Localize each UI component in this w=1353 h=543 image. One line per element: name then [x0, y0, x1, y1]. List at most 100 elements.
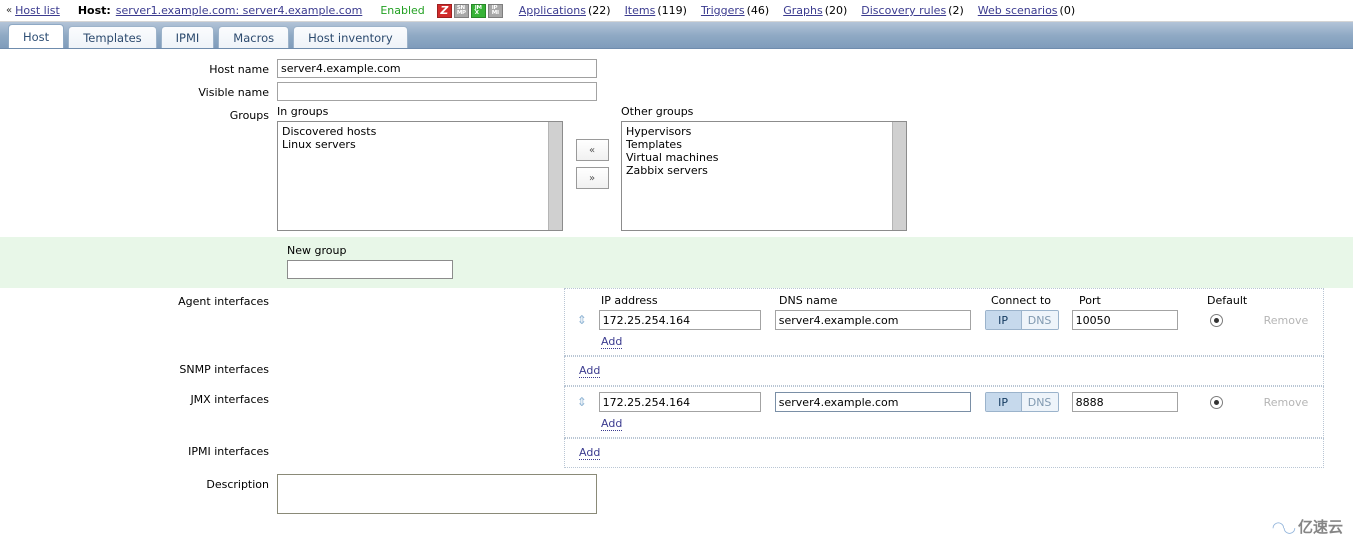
jmx-port-input[interactable] — [1071, 392, 1178, 412]
other-groups-scrollbar[interactable] — [892, 122, 906, 230]
host-list-link[interactable]: Host list — [15, 4, 60, 17]
web-scenarios-link[interactable]: Web scenarios — [978, 4, 1058, 17]
groups-row: Groups In groups Discovered hosts Linux … — [0, 105, 1353, 231]
visible-name-field-wrap — [277, 82, 1353, 101]
description-field-wrap — [277, 474, 1353, 517]
ipmi-add-link[interactable]: Add — [579, 446, 601, 460]
host-configuration-form: Host name Visible name Groups In groups … — [0, 49, 1353, 517]
host-name-row: Host name — [0, 59, 1353, 78]
list-item[interactable]: Templates — [626, 138, 902, 151]
ipmi-interfaces-box: Add — [564, 438, 1324, 468]
items-link-group: Items (119) — [625, 4, 687, 17]
tab-host-inventory[interactable]: Host inventory — [293, 26, 408, 48]
agent-interfaces-box: IP address DNS name Connect to Port Defa… — [564, 288, 1324, 356]
description-textarea[interactable] — [277, 474, 597, 514]
tab-templates[interactable]: Templates — [68, 26, 157, 48]
in-groups-panel: In groups Discovered hosts Linux servers — [277, 105, 563, 231]
in-groups-scrollbar[interactable] — [548, 122, 562, 230]
move-right-button[interactable]: » — [575, 167, 609, 189]
in-groups-items: Discovered hosts Linux servers — [278, 122, 562, 154]
other-groups-items: Hypervisors Templates Virtual machines Z… — [622, 122, 906, 180]
items-count: (119) — [657, 4, 687, 17]
list-item[interactable]: Linux servers — [282, 138, 558, 151]
jmx-add-link[interactable]: Add — [601, 417, 623, 431]
applications-link-group: Applications (22) — [519, 4, 611, 17]
items-link[interactable]: Items — [625, 4, 656, 17]
agent-interfaces-label: Agent interfaces — [178, 295, 269, 308]
jmx-dns-input[interactable] — [774, 392, 971, 412]
groups-label: Groups — [229, 109, 269, 122]
host-name-input[interactable] — [277, 59, 597, 78]
jmx-badge: JM X — [470, 3, 486, 18]
in-groups-listbox[interactable]: Discovered hosts Linux servers — [277, 121, 563, 231]
host-name-link[interactable]: server1.example.com: server4.example.com — [116, 4, 363, 17]
ipmi-interfaces-row: IPMI interfaces Add — [0, 438, 1353, 468]
move-left-button[interactable]: « — [575, 139, 609, 161]
jmx-default-cell — [1198, 395, 1263, 409]
triggers-link-group: Triggers (46) — [701, 4, 769, 17]
agent-port-cell — [1071, 310, 1199, 330]
agent-interfaces-row: Agent interfaces IP address DNS name Con… — [0, 288, 1353, 356]
tab-ipmi[interactable]: IPMI — [160, 26, 215, 48]
agent-default-radio[interactable] — [1210, 314, 1224, 327]
applications-link[interactable]: Applications — [519, 4, 586, 17]
drag-handle-icon[interactable]: ⇕ — [565, 313, 599, 327]
watermark: ◠◡ 亿速云 — [1272, 516, 1343, 537]
agent-connect-ip-option[interactable]: IP — [985, 311, 1022, 329]
agent-connect-dns-option[interactable]: DNS — [1021, 311, 1058, 329]
list-item[interactable]: Virtual machines — [626, 151, 902, 164]
list-item[interactable]: Discovered hosts — [282, 125, 558, 138]
other-groups-caption: Other groups — [621, 105, 694, 118]
jmx-connect-toggle: IP DNS — [984, 392, 1059, 412]
graphs-link[interactable]: Graphs — [783, 4, 822, 17]
dns-name-column-header: DNS name — [779, 294, 838, 307]
jmx-connect-cell: IP DNS — [984, 392, 1072, 412]
agent-connect-toggle: IP DNS — [984, 310, 1059, 330]
snmp-interfaces-box: Add — [564, 356, 1324, 386]
agent-dns-cell — [774, 310, 985, 330]
description-label: Description — [206, 478, 269, 491]
other-groups-listbox[interactable]: Hypervisors Templates Virtual machines Z… — [621, 121, 907, 231]
watermark-logo-icon: ◠◡ — [1271, 517, 1296, 536]
jmx-connect-ip-option[interactable]: IP — [985, 393, 1022, 411]
discovery-rules-link[interactable]: Discovery rules — [861, 4, 946, 17]
agent-interfaces-header: IP address DNS name Connect to Port Defa… — [565, 294, 1323, 310]
table-row: ⇕ IP DNS Remove — [565, 392, 1323, 412]
drag-handle-icon[interactable]: ⇕ — [565, 395, 599, 409]
agent-ip-input[interactable] — [598, 310, 761, 330]
jmx-connect-dns-option[interactable]: DNS — [1021, 393, 1058, 411]
visible-name-input[interactable] — [277, 82, 597, 101]
table-row: ⇕ IP DNS Remove — [565, 310, 1323, 330]
applications-count: (22) — [587, 4, 611, 17]
agent-remove-link[interactable]: Remove — [1264, 314, 1323, 327]
watermark-text: 亿速云 — [1297, 518, 1343, 536]
jmx-remove-link[interactable]: Remove — [1264, 396, 1323, 409]
snmp-interfaces-row: SNMP interfaces Add — [0, 356, 1353, 386]
tab-macros[interactable]: Macros — [218, 26, 290, 48]
description-row: Description — [0, 474, 1353, 517]
tab-host[interactable]: Host — [8, 24, 65, 48]
status-badge[interactable]: Enabled — [380, 4, 424, 17]
graphs-link-group: Graphs (20) — [783, 4, 847, 17]
agent-port-input[interactable] — [1071, 310, 1178, 330]
web-scenarios-count: (0) — [1059, 4, 1076, 17]
jmx-interfaces-box: ⇕ IP DNS Remove Add — [564, 386, 1324, 438]
list-item[interactable]: Zabbix servers — [626, 164, 902, 177]
new-group-input[interactable] — [287, 260, 453, 279]
ipmi-badge: IP MI — [487, 3, 503, 18]
jmx-default-radio[interactable] — [1210, 396, 1224, 409]
groups-dual-list: In groups Discovered hosts Linux servers… — [277, 105, 1353, 231]
snmp-add-link[interactable]: Add — [579, 364, 601, 378]
triggers-count: (46) — [746, 4, 770, 17]
back-chevron-icon: « — [6, 5, 13, 16]
graphs-count: (20) — [824, 4, 848, 17]
in-groups-caption: In groups — [277, 105, 329, 118]
entity-links: Applications (22) Items (119) Triggers (46)… — [519, 4, 1075, 17]
jmx-interfaces-label: JMX interfaces — [190, 393, 269, 406]
agent-dns-input[interactable] — [774, 310, 971, 330]
triggers-link[interactable]: Triggers — [701, 4, 745, 17]
host-name-field-wrap — [277, 59, 1353, 78]
agent-add-link[interactable]: Add — [601, 335, 623, 349]
list-item[interactable]: Hypervisors — [626, 125, 902, 138]
jmx-ip-input[interactable] — [598, 392, 761, 412]
